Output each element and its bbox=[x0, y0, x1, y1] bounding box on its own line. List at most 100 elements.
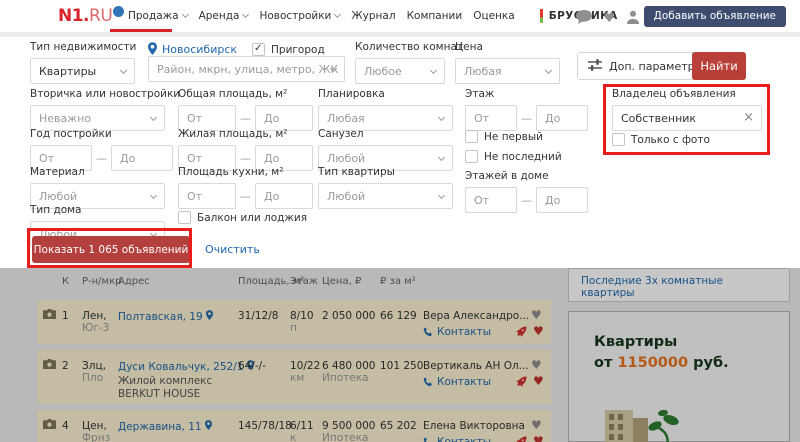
contacts-link[interactable]: Контакты bbox=[437, 436, 491, 442]
hot-heart-icon: ♥ bbox=[533, 324, 544, 338]
col-per-m2: ₽ за м² bbox=[380, 276, 416, 287]
nav-label: Журнал bbox=[351, 10, 396, 22]
nav-label: Аренда bbox=[198, 10, 240, 22]
floor-label: Этаж bbox=[465, 88, 495, 100]
kitchen-area-to-input[interactable]: До bbox=[255, 183, 313, 209]
col-k: К bbox=[62, 276, 70, 287]
price-select[interactable]: Любая bbox=[455, 58, 560, 84]
col-floor: Этаж bbox=[290, 276, 318, 287]
ad-banner[interactable]: Квартиры от 1150000 руб. bbox=[568, 311, 790, 442]
favorite-heart-icon[interactable]: ♥ bbox=[531, 358, 542, 372]
build-year-label: Год постройки bbox=[30, 128, 112, 140]
table-row[interactable]: 1 Лен, Юг-3 Полтавская, 19 31/12/8 8/10 п … bbox=[37, 300, 551, 344]
favorites-heart-icon[interactable]: ♥ bbox=[603, 12, 615, 25]
recent-listings-box: Последние 3х комнатные квартиры bbox=[568, 268, 790, 302]
photo-only-checkbox[interactable]: Только с фото bbox=[612, 133, 710, 146]
favorite-heart-icon[interactable]: ♥ bbox=[531, 308, 542, 322]
price-label: Цена bbox=[455, 41, 483, 53]
area-cell: 145/78/18 bbox=[238, 420, 292, 432]
phone-icon bbox=[423, 327, 432, 337]
nav-item-newbuildings[interactable]: Новостройки bbox=[259, 10, 342, 22]
kitchen-area-from-input[interactable]: От bbox=[178, 183, 236, 209]
layout-value: Любая bbox=[327, 111, 365, 125]
nav-label: Компании bbox=[406, 10, 463, 22]
range-dash: — bbox=[96, 151, 107, 165]
range-dash: — bbox=[521, 111, 532, 125]
nav-item-journal[interactable]: Журнал bbox=[351, 10, 395, 22]
property-type-select[interactable]: Квартиры bbox=[30, 58, 135, 84]
extra-params-label: Доп. параметры bbox=[609, 59, 704, 73]
balcony-label: Балкон или лоджия bbox=[197, 211, 308, 224]
nav-item-rent[interactable]: Аренда bbox=[198, 10, 250, 22]
chevron-down-icon bbox=[119, 66, 128, 75]
house-floors-to-input[interactable]: До bbox=[536, 187, 588, 213]
user-icon[interactable] bbox=[626, 9, 640, 28]
suburb-checkbox[interactable]: Пригород bbox=[252, 43, 325, 56]
camera-icon bbox=[43, 309, 56, 322]
row-number: 1 bbox=[62, 310, 69, 322]
range-dash: — bbox=[521, 193, 532, 207]
main-nav: Продажа Аренда Новостройки Журнал Компан… bbox=[128, 0, 620, 32]
clear-x-icon[interactable]: × bbox=[743, 111, 754, 124]
agent-cell: Елена Викторовна Контакты bbox=[423, 420, 525, 442]
owner-input[interactable]: Собственник × bbox=[612, 105, 762, 131]
property-type-group: Тип недвижимости Квартиры bbox=[30, 41, 136, 84]
chat-icon[interactable] bbox=[576, 9, 593, 28]
house-floors-from-input[interactable]: От bbox=[465, 187, 517, 213]
col-address: Адрес bbox=[118, 276, 150, 287]
add-listing-button[interactable]: Добавить объявление bbox=[643, 6, 786, 27]
checkbox-icon bbox=[178, 211, 191, 224]
address-link[interactable]: Державина, 11 bbox=[118, 421, 202, 433]
location-select[interactable]: Район, мкрн, улица, метро, ЖК bbox=[148, 56, 345, 82]
chevron-down-icon bbox=[181, 10, 189, 19]
material-value: Любой bbox=[39, 189, 78, 203]
apt-type-select[interactable]: Любой bbox=[318, 183, 453, 209]
nav-item-valuation[interactable]: Оценка bbox=[473, 10, 515, 22]
photo-only-label: Только с фото bbox=[631, 133, 710, 146]
ad-price-line: от 1150000 руб. bbox=[594, 355, 729, 371]
address-link[interactable]: Полтавская, 19 bbox=[118, 311, 203, 323]
complex-name: Жилой комплекс BERKUT HOUSE bbox=[118, 375, 213, 400]
bathroom-label: Санузел bbox=[318, 128, 364, 140]
mortgage-label: Ипотека bbox=[322, 372, 369, 384]
contacts-link[interactable]: Контакты bbox=[437, 326, 491, 338]
not-last-checkbox[interactable]: Не последний bbox=[465, 150, 562, 163]
chevron-down-icon bbox=[544, 66, 553, 75]
suburb-label: Пригород bbox=[271, 43, 325, 56]
owner-label: Владелец объявления bbox=[612, 88, 736, 100]
floor-from-input[interactable]: От bbox=[465, 105, 517, 131]
address-link[interactable]: Дуси Ковальчук, 252/1 bbox=[118, 361, 243, 373]
material-group: Материал Любой bbox=[30, 166, 165, 209]
agent-name: Елена Викторовна bbox=[423, 420, 525, 432]
floor-cell: 8/10 п bbox=[290, 310, 314, 334]
rocket-icon bbox=[515, 436, 527, 442]
per-m2-cell: 65 202 bbox=[380, 420, 417, 432]
owner-group: Владелец объявления Собственник × bbox=[612, 88, 762, 131]
apt-type-value: Любой bbox=[327, 189, 366, 203]
city-link[interactable]: Новосибирск bbox=[162, 43, 237, 56]
not-first-checkbox[interactable]: Не первый bbox=[465, 130, 543, 143]
table-row[interactable]: 4 Цен, Фрнз Державина, 11 145/78/18 6/11 к… bbox=[37, 410, 551, 442]
results-section: К Р-н/мкр Адрес Площадь, м² Этаж Цена, ₽… bbox=[0, 268, 800, 442]
nav-item-sale[interactable]: Продажа bbox=[128, 10, 189, 22]
results-table-header: К Р-н/мкр Адрес Площадь, м² Этаж Цена, ₽… bbox=[37, 276, 551, 292]
floor-to-input[interactable]: До bbox=[536, 105, 588, 131]
balcony-checkbox[interactable]: Балкон или лоджия bbox=[178, 211, 307, 224]
favorite-heart-icon[interactable]: ♥ bbox=[531, 418, 542, 432]
table-row[interactable]: 2 Злц, Пло Дуси Ковальчук, 252/1 Жилой ко… bbox=[37, 350, 551, 404]
find-button[interactable]: Найти bbox=[692, 52, 746, 80]
location-placeholder: Район, мкрн, улица, метро, ЖК bbox=[157, 62, 339, 76]
contacts-link[interactable]: Контакты bbox=[437, 376, 491, 388]
rooms-select[interactable]: Любое bbox=[355, 58, 445, 84]
camera-icon bbox=[43, 359, 56, 372]
district-cell: Лен, Юг-3 bbox=[82, 310, 109, 334]
material-label: Материал bbox=[30, 166, 85, 178]
build-year-group: Год постройки От — До bbox=[30, 128, 173, 171]
site-logo[interactable]: N1.RU bbox=[58, 6, 125, 26]
recent-3room-link[interactable]: Последние 3х комнатные квартиры bbox=[581, 275, 723, 299]
logo-n1: N1. bbox=[58, 6, 90, 26]
clear-filters-link[interactable]: Очистить bbox=[205, 243, 260, 256]
show-results-button[interactable]: Показать 1 065 объявлений bbox=[32, 236, 190, 263]
nav-item-companies[interactable]: Компании bbox=[407, 10, 463, 22]
ad-title: Квартиры bbox=[594, 334, 678, 350]
